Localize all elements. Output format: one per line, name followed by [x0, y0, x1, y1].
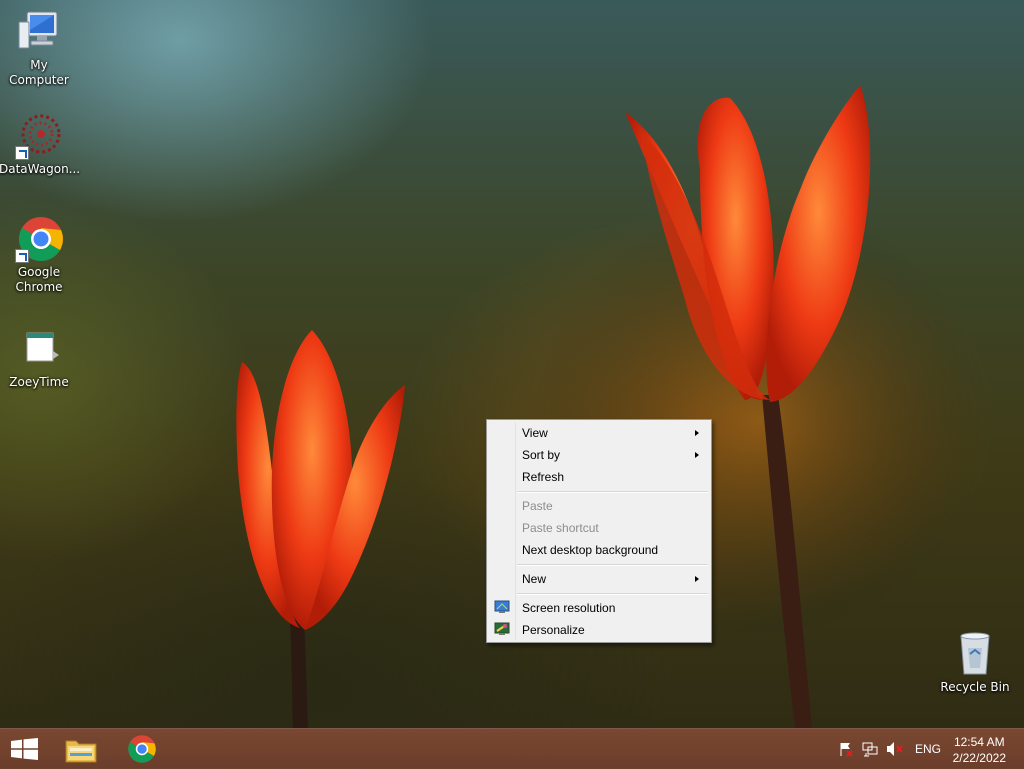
personalize-icon — [494, 622, 510, 636]
menu-item-label: Screen resolution — [522, 601, 616, 615]
submenu-arrow-icon — [695, 576, 699, 582]
menu-item-label: Personalize — [522, 623, 585, 637]
menu-item-next-desktop-background[interactable]: Next desktop background — [489, 539, 709, 561]
desktop-icon-recycle-bin[interactable]: Recycle Bin — [935, 630, 1015, 695]
menu-item-refresh[interactable]: Refresh — [489, 466, 709, 488]
taskbar-clock[interactable]: 12:54 AM 2/22/2022 — [953, 734, 1006, 766]
zoeytime-icon — [15, 325, 63, 373]
menu-item-screen-resolution[interactable]: Screen resolution — [489, 597, 709, 619]
submenu-arrow-icon — [695, 430, 699, 436]
desktop-context-menu: View Sort by Refresh Paste Paste shortcu… — [486, 419, 712, 643]
computer-icon — [15, 8, 63, 56]
menu-item-label: Paste shortcut — [522, 521, 599, 535]
menu-item-label: Next desktop background — [522, 543, 659, 557]
language-indicator[interactable]: ENG — [915, 742, 941, 756]
submenu-arrow-icon — [695, 452, 699, 458]
taskbar-file-explorer[interactable] — [54, 729, 108, 769]
desktop-icon-label: Google Chrome — [15, 265, 63, 294]
desktop-icon-my-computer[interactable]: My Computer — [0, 8, 79, 88]
desktop-icon-zoeytime[interactable]: ZoeyTime — [0, 325, 79, 390]
desktop-icon-label: Recycle Bin — [940, 680, 1010, 694]
action-center-flag-icon[interactable] — [838, 729, 854, 769]
clock-date: 2/22/2022 — [952, 751, 1006, 765]
desktop-icon-label: ZoeyTime — [9, 375, 69, 389]
volume-muted-icon[interactable] — [886, 729, 904, 769]
screen-resolution-icon — [494, 600, 510, 614]
menu-item-paste[interactable]: Paste — [489, 495, 709, 517]
shortcut-arrow-icon — [15, 146, 29, 160]
menu-item-label: View — [522, 426, 548, 440]
shortcut-arrow-icon — [15, 249, 29, 263]
menu-separator — [517, 564, 708, 566]
menu-item-sort-by[interactable]: Sort by — [489, 444, 709, 466]
taskbar-chrome[interactable] — [116, 729, 170, 769]
menu-item-view[interactable]: View — [489, 422, 709, 444]
desktop-icon-google-chrome[interactable]: Google Chrome — [0, 215, 79, 295]
desktop-icon-label: DataWagon... — [0, 162, 81, 176]
menu-separator — [517, 491, 708, 493]
menu-item-personalize[interactable]: Personalize — [489, 619, 709, 641]
folder-icon — [64, 735, 98, 769]
datawagon-icon — [15, 112, 63, 160]
clock-time: 12:54 AM — [953, 735, 1005, 749]
menu-item-label: Paste — [522, 499, 553, 513]
taskbar: ENG 12:54 AM 2/22/2022 — [0, 728, 1024, 769]
chrome-icon — [127, 734, 157, 768]
desktop-icon-label: My Computer — [9, 58, 69, 87]
menu-item-label: Refresh — [522, 470, 565, 484]
menu-separator — [517, 593, 708, 595]
menu-item-label: New — [522, 572, 547, 586]
menu-item-label: Sort by — [522, 448, 561, 462]
recycle-bin-icon — [951, 630, 999, 678]
menu-item-new[interactable]: New — [489, 568, 709, 590]
desktop-icon-datawagon[interactable]: DataWagon... — [0, 112, 81, 177]
start-button[interactable] — [0, 729, 54, 769]
menu-item-paste-shortcut[interactable]: Paste shortcut — [489, 517, 709, 539]
windows-logo-icon — [11, 738, 39, 764]
chrome-icon — [15, 215, 63, 263]
network-icon[interactable] — [862, 729, 878, 769]
